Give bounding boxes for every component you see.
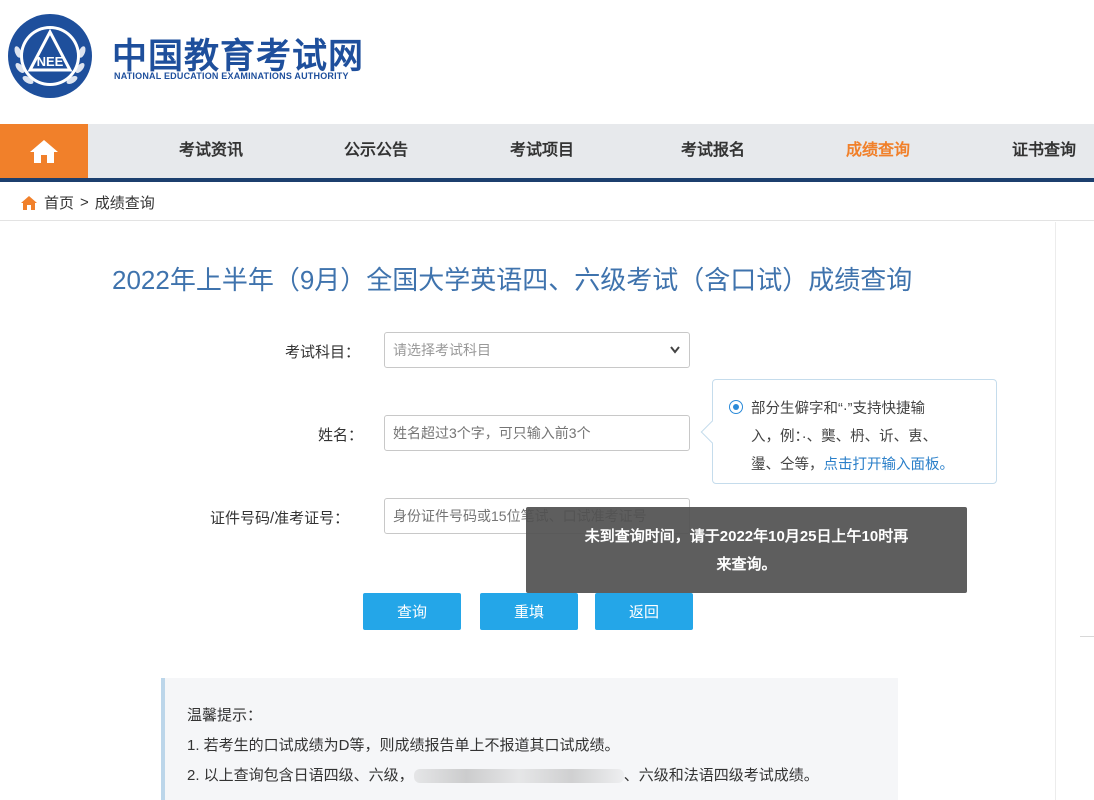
nee-emblem-logo[interactable]: NEE bbox=[6, 12, 94, 100]
nav-home-button[interactable] bbox=[0, 124, 88, 178]
breadcrumb-home-link[interactable]: 首页 bbox=[44, 192, 74, 213]
name-input[interactable] bbox=[384, 415, 690, 451]
nav-item-registration[interactable]: 考试报名 bbox=[681, 124, 745, 178]
input-tip-box: 部分生僻字和“·”支持快捷输 入，例：·、龑、枬、䜣、叀、 璗、仝等，点击打开输… bbox=[700, 379, 997, 484]
chevron-down-icon bbox=[669, 333, 681, 367]
nav-item-score-query[interactable]: 成绩查询 bbox=[846, 124, 910, 178]
blurred-text bbox=[413, 769, 624, 784]
breadcrumb: 首页 > 成绩查询 bbox=[20, 192, 155, 213]
notice-heading: 温馨提示： bbox=[187, 707, 263, 724]
subject-select[interactable]: 请选择考试科目 bbox=[384, 332, 690, 368]
notice-item-2-start: 2. 以上查询包含日语四级、六级， bbox=[187, 767, 414, 784]
notice-item-1: 1. 若考生的口试成绩为D等，则成绩报告单上不报道其口试成绩。 bbox=[187, 737, 620, 754]
nav-item-certificate-query[interactable]: 证书查询 bbox=[1012, 124, 1076, 178]
id-number-label: 证件号码/准考证号： bbox=[210, 510, 350, 527]
query-time-toast: 未到查询时间，请于2022年10月25日上午10时再 来查询。 bbox=[526, 507, 967, 593]
tip-line-1: 部分生僻字和“·”支持快捷输 bbox=[751, 401, 925, 417]
svg-text:NEE: NEE bbox=[37, 54, 64, 69]
radio-dot-icon bbox=[729, 400, 743, 414]
breadcrumb-divider bbox=[0, 220, 1094, 221]
home-small-icon bbox=[21, 195, 37, 210]
query-button[interactable]: 查询 bbox=[363, 593, 461, 630]
side-divider-mark bbox=[1080, 636, 1094, 637]
tip-line-3: 璗、仝等，点击打开输入面板。 bbox=[751, 453, 954, 474]
tip-line-2: 入，例：·、龑、枬、䜣、叀、 bbox=[751, 429, 938, 445]
notice-box: 温馨提示： 1. 若考生的口试成绩为D等，则成绩报告单上不报道其口试成绩。 2.… bbox=[161, 678, 898, 800]
open-input-panel-link[interactable]: 点击打开输入面板。 bbox=[824, 457, 955, 473]
site-header: NEE 中国教育考试网 NATIONAL EDUCATION EXAMINATI… bbox=[0, 0, 1094, 122]
back-button[interactable]: 返回 bbox=[595, 593, 693, 630]
subject-select-placeholder: 请选择考试科目 bbox=[393, 342, 491, 358]
nav-item-exam-projects[interactable]: 考试项目 bbox=[510, 124, 574, 178]
tip-arrow bbox=[700, 420, 724, 444]
reset-button[interactable]: 重填 bbox=[480, 593, 578, 630]
site-name-en: NATIONAL EDUCATION EXAMINATIONS AUTHORIT… bbox=[114, 71, 349, 81]
home-icon bbox=[30, 140, 58, 163]
breadcrumb-separator: > bbox=[80, 194, 89, 211]
main-nav: 考试资讯 公示公告 考试项目 考试报名 成绩查询 证书查询 bbox=[0, 124, 1094, 182]
notice-item-2: 2. 以上查询包含日语四级、六级， 、六级和法语四级考试成绩。 bbox=[187, 764, 819, 785]
nav-item-announcements[interactable]: 公示公告 bbox=[344, 124, 408, 178]
subject-label: 考试科目： bbox=[285, 344, 361, 361]
notice-item-2-end: 、六级和法语四级考试成绩。 bbox=[623, 767, 819, 784]
breadcrumb-current: 成绩查询 bbox=[94, 195, 155, 212]
nav-item-exam-news[interactable]: 考试资讯 bbox=[179, 124, 243, 178]
content-right-border bbox=[1055, 222, 1056, 800]
toast-line-1: 未到查询时间，请于2022年10月25日上午10时再 bbox=[584, 528, 909, 545]
page-title: 2022年上半年（9月）全国大学英语四、六级考试（含口试）成绩查询 bbox=[112, 265, 913, 295]
toast-line-2: 来查询。 bbox=[716, 556, 777, 573]
tip-line-3-text: 璗、仝等， bbox=[751, 457, 824, 473]
name-label: 姓名： bbox=[318, 427, 364, 444]
